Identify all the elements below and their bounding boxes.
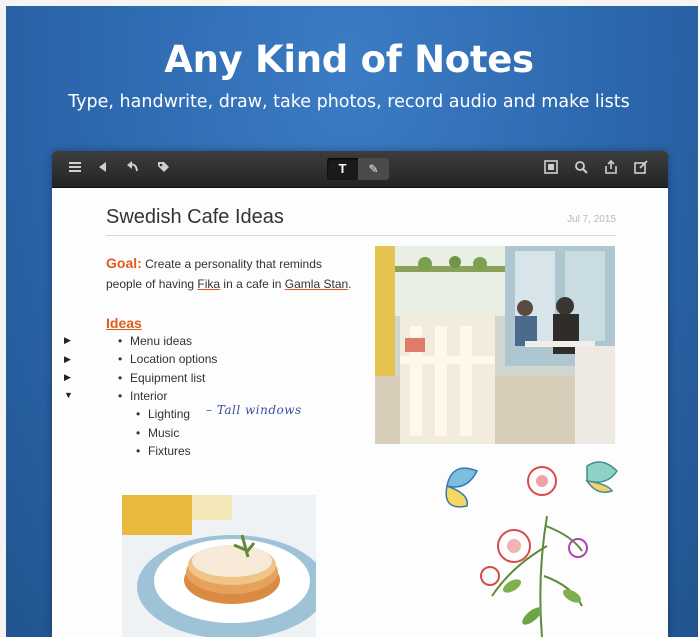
tag-icon[interactable] (154, 160, 172, 178)
gamla-stan-word: Gamla Stan (284, 277, 349, 291)
ideas-heading: Ideas (106, 315, 142, 331)
sub-list-item[interactable]: Music (136, 426, 179, 440)
input-mode-toggle[interactable]: T ✎ (327, 158, 389, 180)
goal-label: Goal: (106, 255, 142, 271)
goal-text: Create a personality that reminds (145, 257, 322, 271)
goal-paragraph[interactable]: Goal: Create a personality that reminds … (106, 253, 376, 294)
pen-mode-button[interactable]: ✎ (358, 158, 389, 180)
collapse-arrow-icon[interactable]: ▶ (64, 372, 71, 383)
search-icon[interactable] (572, 160, 590, 178)
expand-arrow-icon[interactable]: ▼ (64, 390, 73, 400)
flower-drawing[interactable] (432, 456, 642, 637)
title-divider (106, 235, 616, 236)
fika-word: Fika (197, 277, 221, 291)
share-icon[interactable] (602, 159, 620, 178)
collapse-arrow-icon[interactable]: ▶ (64, 335, 71, 346)
note-toolbar: T ✎ (52, 151, 668, 188)
note-title[interactable]: Swedish Cafe Ideas (106, 206, 284, 229)
collapse-arrow-icon[interactable]: ▶ (64, 354, 71, 365)
note-date: Jul 7, 2015 (567, 214, 616, 225)
cafe-photo[interactable] (375, 246, 615, 444)
device-screen: T ✎ Swedish Cafe Ideas Jul 7, 2015 Goal:… (52, 151, 668, 637)
goal-text-cont: people of having (106, 277, 198, 291)
handwritten-annotation[interactable]: – Tall windows (206, 403, 302, 417)
list-item[interactable]: Menu ideas (118, 334, 192, 348)
headline: Any Kind of Notes (164, 38, 534, 81)
text-mode-button[interactable]: T (327, 158, 358, 180)
undo-icon[interactable] (124, 160, 142, 178)
pancake-photo[interactable] (122, 495, 316, 637)
template-icon[interactable] (542, 160, 560, 178)
list-icon[interactable] (66, 160, 84, 178)
sub-list-item[interactable]: Fixtures (136, 444, 191, 458)
list-item[interactable]: Equipment list (118, 371, 205, 385)
window-frame-top (0, 0, 698, 6)
list-item[interactable]: Location options (118, 352, 217, 366)
subheadline: Type, handwrite, draw, take photos, reco… (68, 92, 630, 112)
goal-text-cont2: in a cafe in (220, 277, 285, 291)
back-icon[interactable] (94, 160, 112, 178)
list-item[interactable]: Interior (118, 389, 167, 403)
goal-period: . (348, 277, 352, 291)
sub-list-item[interactable]: Lighting (136, 407, 190, 421)
new-note-icon[interactable] (632, 160, 650, 178)
